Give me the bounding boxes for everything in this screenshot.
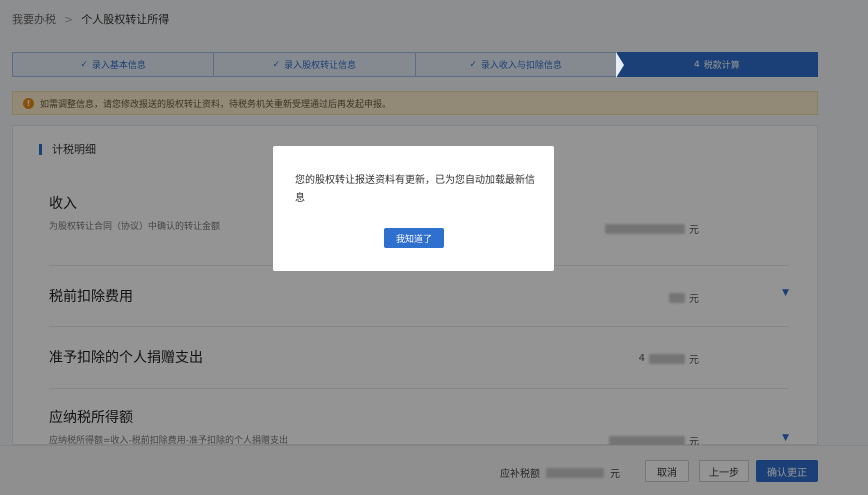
- dialog-message: 您的股权转让报送资料有更新，已为您自动加载最新信息: [295, 175, 535, 204]
- update-dialog: 您的股权转让报送资料有更新，已为您自动加载最新信息 我知道了: [273, 146, 554, 271]
- step-arrow: [615, 52, 624, 78]
- acknowledge-button[interactable]: 我知道了: [384, 228, 444, 248]
